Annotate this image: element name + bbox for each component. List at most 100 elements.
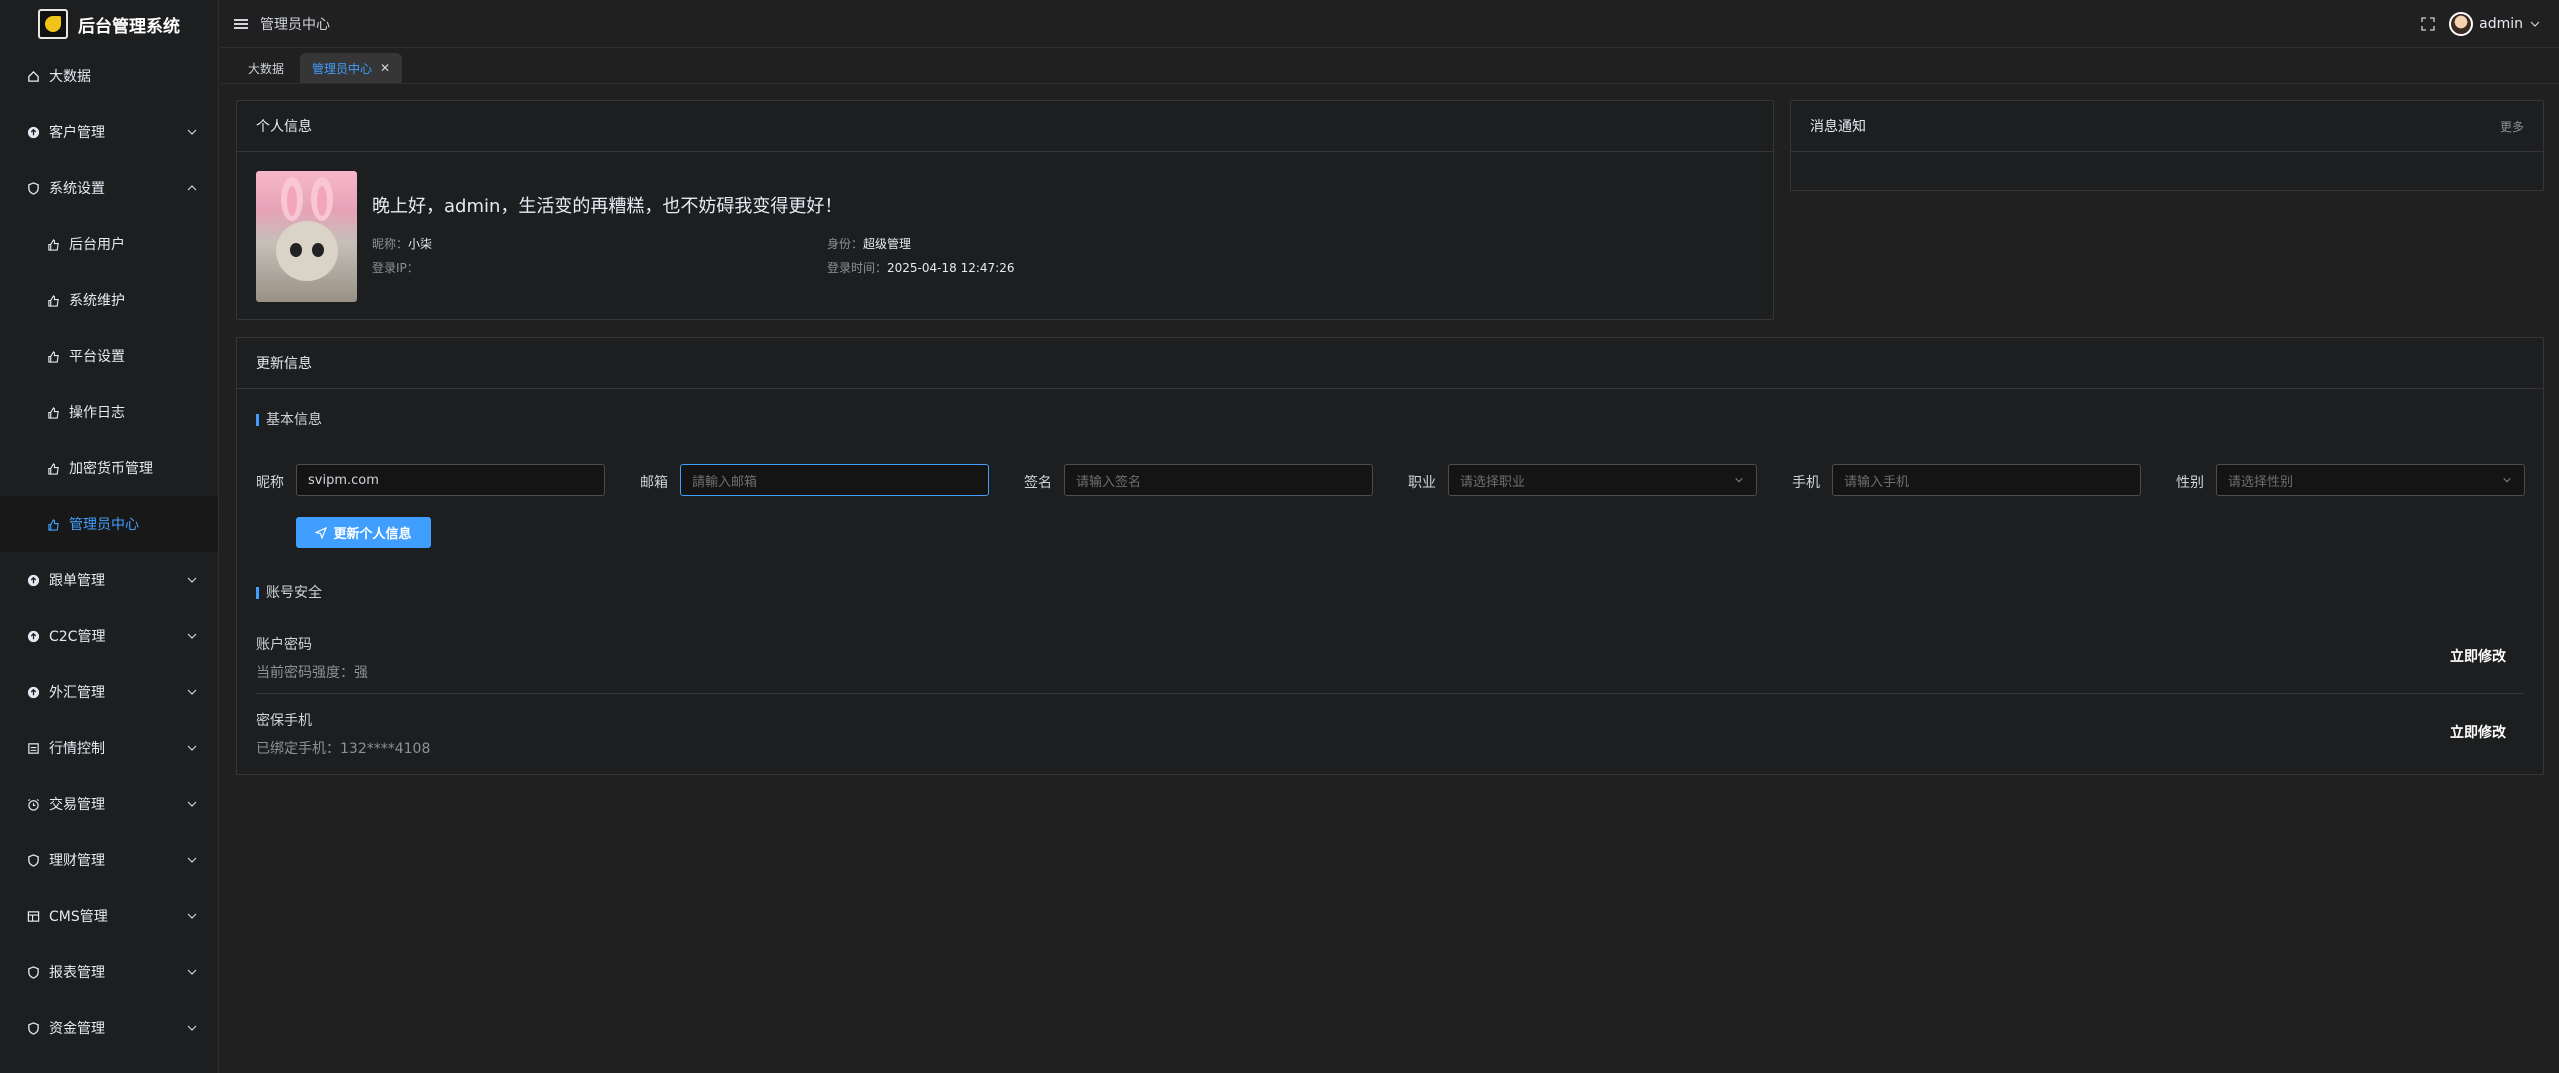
chevron-down-icon [187, 1025, 197, 1031]
chevron-down-icon [187, 577, 197, 583]
chevron-down-icon [187, 857, 197, 863]
button-label: 更新个人信息 [333, 527, 412, 542]
sidebar-item-copytrade[interactable]: 跟单管理 [0, 552, 218, 608]
sidebar-item-label: 外汇管理 [49, 685, 105, 701]
sidebar-item-forex[interactable]: 外汇管理 [0, 664, 218, 720]
sidebar-item-logs[interactable]: 操作日志 [0, 384, 218, 440]
avatar [2449, 12, 2474, 36]
gender-label: 性别 [2176, 475, 2204, 491]
password-row: 账户密码 当前密码强度：强 立即修改 [256, 634, 2524, 694]
close-icon[interactable]: ✕ [380, 61, 390, 75]
sidebar-item-maintenance[interactable]: 系统维护 [0, 272, 218, 328]
monitor-icon [26, 741, 40, 755]
sidebar-item-finance[interactable]: 理财管理 [0, 832, 218, 888]
email-input[interactable]: 請輸入邮箱 [680, 464, 989, 496]
fullscreen-icon[interactable] [2421, 17, 2435, 31]
password-title: 账户密码 [256, 637, 312, 653]
chevron-down-icon [2530, 21, 2540, 27]
nickname-input[interactable]: svipm.com [296, 464, 605, 496]
sidebar: 后台管理系统 大数据 客户管理 系统设置 后台用户 系统维护 平台设置 操作日志… [0, 0, 219, 1073]
circle-up-icon [26, 629, 40, 643]
chevron-down-icon [187, 129, 197, 135]
sidebar-item-customer[interactable]: 客户管理 [0, 104, 218, 160]
greeting-text: 晚上好，admin，生活变的再糟糕，也不妨碍我变得更好！ [372, 196, 843, 217]
thumb-icon [46, 517, 60, 531]
shield-icon [26, 853, 40, 867]
email-label: 邮箱 [640, 475, 668, 491]
thumb-icon [46, 293, 60, 307]
tab-bigdata[interactable]: 大数据 [236, 53, 296, 83]
sidebar-item-trade[interactable]: 交易管理 [0, 776, 218, 832]
phone-label: 手机 [1792, 475, 1820, 491]
tab-bar: 大数据 管理员中心 ✕ [220, 49, 2559, 84]
sidebar-item-funds[interactable]: 资金管理 [0, 1000, 218, 1056]
update-card: 更新信息 基本信息 昵称 svipm.com 邮箱 請輸入邮箱 签名 请输入签名… [236, 337, 2544, 775]
sign-input[interactable]: 请输入签名 [1064, 464, 1373, 496]
sidebar-item-label: 系统设置 [49, 181, 105, 197]
sidebar-item-label: 行情控制 [49, 741, 105, 757]
tab-admin-center[interactable]: 管理员中心 ✕ [300, 53, 403, 83]
sign-label: 签名 [1024, 475, 1052, 491]
sidebar-item-label: 管理员中心 [69, 517, 139, 533]
login-time-info: 登录时间：2025-04-18 12:47:26 [827, 259, 1014, 276]
password-strength: 当前密码强度：强 [256, 665, 368, 681]
label: 身份： [827, 237, 864, 251]
user-menu[interactable]: admin [2449, 12, 2541, 36]
sidebar-item-crypto[interactable]: 加密货币管理 [0, 440, 218, 496]
phone-input[interactable]: 请输入手机 [1832, 464, 2141, 496]
change-phone-link[interactable]: 立即修改 [2450, 722, 2506, 742]
gender-placeholder: 请选择性别 [2228, 474, 2294, 490]
update-profile-button[interactable]: 更新个人信息 [296, 517, 431, 548]
chevron-down-icon [187, 969, 197, 975]
job-placeholder: 请选择职业 [1460, 474, 1526, 490]
change-password-link[interactable]: 立即修改 [2450, 646, 2506, 666]
chevron-down-icon [187, 745, 197, 751]
sidebar-item-bigdata[interactable]: 大数据 [0, 48, 218, 104]
shield-icon [26, 965, 40, 979]
sidebar-item-label: 大数据 [49, 69, 91, 85]
home-icon [26, 69, 40, 83]
sidebar-item-label: 平台设置 [69, 349, 125, 365]
sidebar-item-system[interactable]: 系统设置 [0, 160, 218, 216]
phone-sec-title: 密保手机 [256, 713, 312, 729]
ip-info: 登录IP： [372, 259, 419, 276]
app-title: 后台管理系统 [78, 16, 180, 37]
sidebar-item-admin-center[interactable]: 管理员中心 [0, 496, 218, 552]
circle-up-icon [26, 685, 40, 699]
sidebar-item-label: 后台用户 [69, 237, 125, 253]
chevron-down-icon [1735, 477, 1743, 483]
chevron-down-icon [187, 689, 197, 695]
profile-photo [256, 171, 357, 302]
chevron-down-icon [187, 801, 197, 807]
chevron-up-icon [187, 185, 197, 191]
nickname-label: 昵称 [256, 475, 284, 491]
label: 登录时间： [827, 261, 888, 275]
sidebar-item-cms[interactable]: CMS管理 [0, 888, 218, 944]
sidebar-item-platform[interactable]: 平台设置 [0, 328, 218, 384]
layout-icon [26, 909, 40, 923]
nickname-info: 昵称：小柒 [372, 235, 432, 252]
sidebar-item-label: 加密货币管理 [69, 461, 153, 477]
sidebar-item-c2c[interactable]: C2C管理 [0, 608, 218, 664]
basic-info-title: 基本信息 [256, 413, 322, 427]
more-link[interactable]: 更多 [2500, 118, 2524, 135]
job-select[interactable]: 请选择职业 [1448, 464, 1757, 496]
sidebar-item-label: 系统维护 [69, 293, 125, 309]
gender-select[interactable]: 请选择性别 [2216, 464, 2525, 496]
sidebar-item-market[interactable]: 行情控制 [0, 720, 218, 776]
job-label: 职业 [1408, 475, 1436, 491]
sidebar-item-report[interactable]: 报表管理 [0, 944, 218, 1000]
sidebar-item-admin-users[interactable]: 后台用户 [0, 216, 218, 272]
label: 登录IP： [372, 261, 419, 275]
chevron-down-icon [187, 633, 197, 639]
circle-up-icon [26, 573, 40, 587]
header-actions: admin [2421, 12, 2541, 36]
notice-card-header: 消息通知 更多 [1791, 101, 2543, 152]
menu-toggle-icon[interactable] [234, 17, 248, 31]
divider [256, 693, 2524, 694]
thumb-icon [46, 461, 60, 475]
alarm-icon [26, 797, 40, 811]
label: 昵称： [372, 237, 409, 251]
thumb-icon [46, 405, 60, 419]
sidebar-item-label: 跟单管理 [49, 573, 105, 589]
